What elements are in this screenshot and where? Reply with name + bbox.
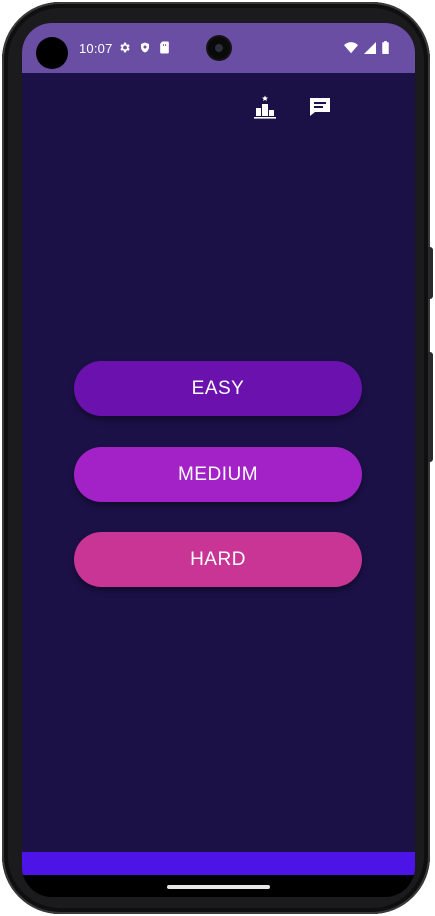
home-indicator[interactable] — [167, 885, 270, 889]
app-screen: 10:07 EASY MEDIUM HARD — [22, 23, 415, 897]
cellular-signal-icon — [364, 41, 376, 54]
punch-hole-camera — [208, 37, 230, 59]
chat-icon — [308, 95, 332, 119]
navigation-bar — [22, 875, 415, 897]
shield-icon — [139, 41, 151, 54]
volume-button — [428, 352, 433, 462]
wifi-icon — [344, 41, 358, 54]
status-icons-left — [118, 41, 170, 54]
power-button — [428, 247, 433, 299]
battery-icon — [382, 41, 389, 54]
front-camera — [36, 37, 68, 69]
easy-button[interactable]: EASY — [74, 361, 362, 416]
phone-frame: 10:07 EASY MEDIUM HARD — [2, 2, 433, 914]
status-bar: 10:07 — [22, 23, 415, 73]
sim-card-icon — [159, 41, 170, 54]
settings-icon — [118, 41, 131, 54]
bottom-bar — [22, 852, 415, 875]
leaderboard-button[interactable] — [249, 91, 281, 123]
status-icons-right — [344, 41, 389, 54]
leaderboard-icon — [253, 95, 277, 119]
status-time: 10:07 — [79, 41, 113, 56]
chat-button[interactable] — [304, 91, 336, 123]
medium-button[interactable]: MEDIUM — [74, 447, 362, 502]
hard-button[interactable]: HARD — [74, 532, 362, 587]
